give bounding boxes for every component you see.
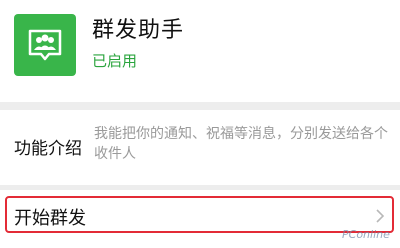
app-header-card: 群发助手 已启用 <box>0 0 400 102</box>
chevron-right-icon <box>376 209 385 223</box>
app-name: 群发助手 <box>92 18 185 43</box>
feature-intro-text: 我能把你的通知、祝福等消息，分别发送给各个收件人 <box>94 126 388 162</box>
start-broadcast-row[interactable]: 开始群发 <box>0 190 400 248</box>
watermark: PConline <box>342 228 390 241</box>
start-broadcast-label: 开始群发 <box>14 208 86 229</box>
feature-intro-label: 功能介绍 <box>14 139 82 159</box>
group-chat-icon <box>14 14 76 76</box>
app-status: 已启用 <box>92 52 138 70</box>
feature-intro-row: 功能介绍 我能把你的通知、祝福等消息，分别发送给各个收件人 <box>0 110 400 185</box>
